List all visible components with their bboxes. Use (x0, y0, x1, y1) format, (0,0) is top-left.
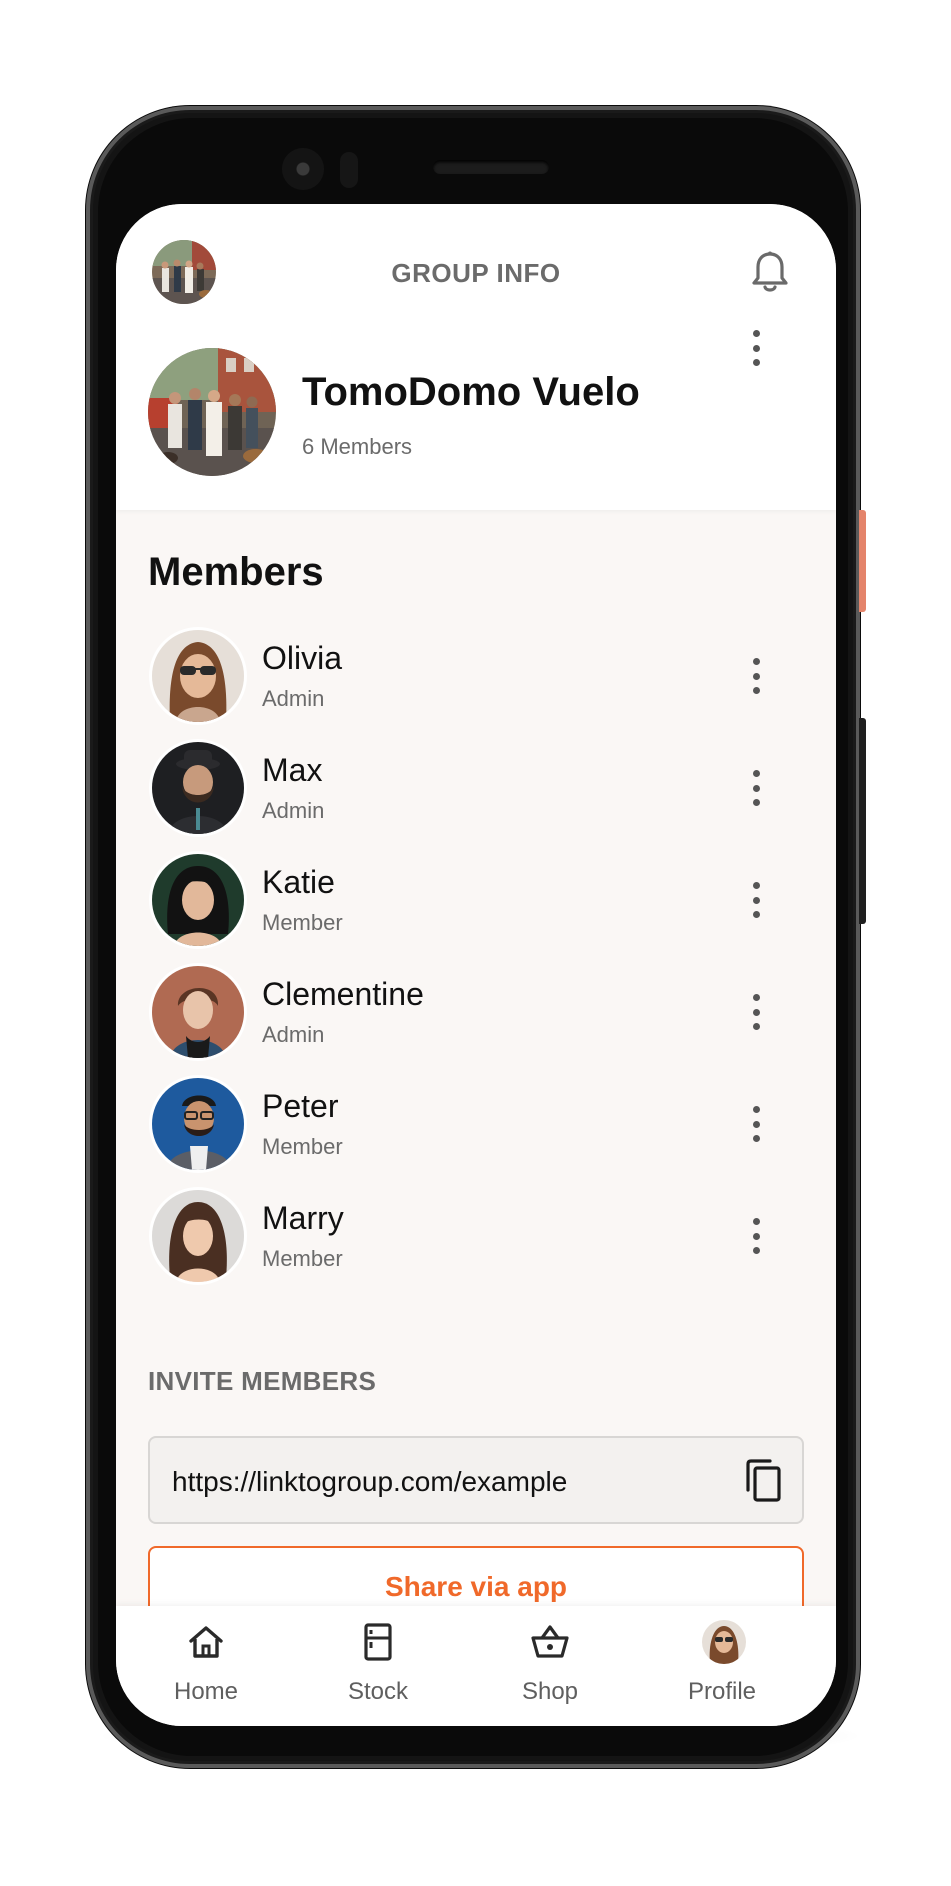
member-avatar (152, 966, 244, 1058)
member-avatar (152, 630, 244, 722)
member-name: Marry (262, 1200, 344, 1236)
nav-shop[interactable]: Shop (475, 1606, 625, 1726)
nav-stock[interactable]: Stock (303, 1606, 453, 1726)
member-row[interactable]: Clementine Admin (116, 966, 836, 1066)
fridge-icon (358, 1622, 398, 1662)
member-more-options-icon[interactable] (746, 1216, 766, 1256)
member-row[interactable]: Katie Member (116, 854, 836, 954)
app-screen: GROUP INFO TomoDomo Vuelo 6 Members Memb… (116, 204, 836, 1726)
volume-button (859, 718, 866, 924)
member-row[interactable]: Max Admin (116, 742, 836, 842)
nav-profile[interactable]: Profile (647, 1606, 797, 1726)
member-role: Member (262, 1134, 343, 1159)
group-member-count: 6 Members (302, 434, 413, 459)
member-avatar (152, 1190, 244, 1282)
member-name: Max (262, 752, 323, 788)
member-more-options-icon[interactable] (746, 992, 766, 1032)
invite-link-field[interactable]: https://linktogroup.com/example (148, 1436, 804, 1524)
bell-icon[interactable] (750, 250, 790, 294)
power-button (859, 510, 866, 612)
group-name: TomoDomo Vuelo (302, 370, 640, 414)
member-avatar (152, 854, 244, 946)
members-section-title: Members (148, 550, 324, 594)
member-name: Olivia (262, 640, 343, 676)
nav-home-label: Home (173, 1678, 239, 1705)
member-row[interactable]: Peter Member (116, 1078, 836, 1178)
member-role: Admin (262, 1022, 325, 1047)
basket-icon (530, 1622, 570, 1662)
member-name: Peter (262, 1088, 339, 1124)
group-header-area: GROUP INFO TomoDomo Vuelo 6 Members (116, 204, 836, 510)
nav-home[interactable]: Home (131, 1606, 281, 1726)
earpiece-speaker (433, 160, 549, 174)
nav-profile-label: Profile (687, 1678, 757, 1705)
nav-shop-label: Shop (521, 1678, 579, 1705)
copy-icon[interactable] (742, 1458, 784, 1504)
front-camera (282, 148, 324, 190)
invite-link-text: https://linktogroup.com/example (172, 1466, 568, 1497)
group-more-options-icon[interactable] (746, 328, 766, 368)
member-role: Member (262, 910, 343, 935)
page-title: GROUP INFO (391, 258, 561, 288)
member-role: Member (262, 1246, 343, 1271)
member-name: Clementine (262, 976, 424, 1012)
nav-stock-label: Stock (347, 1678, 409, 1705)
invite-members-label: INVITE MEMBERS (148, 1366, 377, 1396)
member-more-options-icon[interactable] (746, 768, 766, 808)
bottom-navigation: Home Stock Shop Profile (116, 1606, 836, 1726)
member-name: Katie (262, 864, 335, 900)
member-more-options-icon[interactable] (746, 656, 766, 696)
member-more-options-icon[interactable] (746, 880, 766, 920)
member-more-options-icon[interactable] (746, 1104, 766, 1144)
member-role: Admin (262, 686, 325, 711)
member-avatar (152, 1078, 244, 1170)
member-role: Admin (262, 798, 325, 823)
group-avatar[interactable] (148, 348, 276, 476)
avatar (702, 1620, 746, 1664)
member-row[interactable]: Olivia Admin (116, 630, 836, 730)
member-avatar (152, 742, 244, 834)
member-row[interactable]: Marry Member (116, 1190, 836, 1290)
home-icon (186, 1622, 226, 1662)
front-sensor (340, 152, 358, 188)
